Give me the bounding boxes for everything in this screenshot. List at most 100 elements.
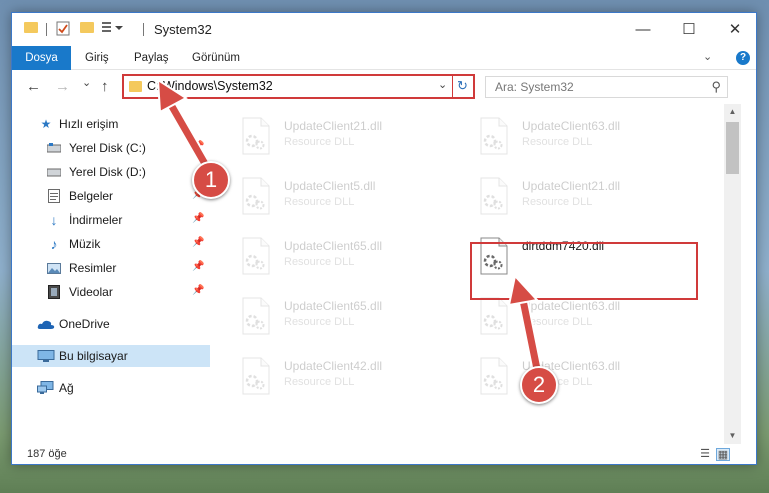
tab-file[interactable]: Dosya (12, 46, 71, 70)
file-name: UpdateClient42.dll (284, 359, 383, 373)
scrollbar-thumb[interactable] (726, 122, 739, 174)
file-item[interactable]: UpdateClient65.dll Resource DLL (240, 296, 466, 346)
title-bar: System32 — ☐ ✕ (12, 13, 756, 46)
step-badge-2: 2 (520, 366, 558, 404)
file-name: UpdateClient65.dll (284, 299, 383, 313)
sidebar-item-label: Resimler (69, 261, 117, 275)
sidebar-item-label: Müzik (69, 237, 101, 251)
file-name: UpdateClient21.dll (522, 179, 621, 193)
back-arrow-icon[interactable]: ← (26, 78, 41, 95)
folder-icon (24, 22, 38, 33)
dll-file-icon (242, 177, 270, 215)
pin-icon[interactable]: 📌 (192, 237, 204, 248)
file-item[interactable]: UpdateClient42.dll Resource DLL (240, 356, 466, 406)
dll-file-icon (242, 297, 270, 335)
sidebar-item-label: Hızlı erişim (59, 117, 119, 131)
file-item[interactable]: UpdateClient63.dll Resource DLL (478, 116, 704, 166)
minimize-button[interactable]: — (620, 13, 666, 45)
help-icon[interactable]: ? (736, 51, 750, 65)
file-item[interactable]: UpdateClient63.dll Resource DLL (478, 356, 704, 406)
scroll-down-icon[interactable]: ▼ (724, 428, 741, 444)
search-icon[interactable]: ⚲ (711, 79, 721, 95)
sidebar-item-label: Belgeler (69, 189, 114, 203)
dll-file-icon (242, 357, 270, 395)
sidebar-item-pictures[interactable]: Resimler 📌 (12, 257, 210, 279)
ribbon-tabs: Dosya Giriş Paylaş Görünüm ⌄ ? (12, 46, 756, 70)
dll-file-icon (480, 297, 508, 335)
details-view-icon[interactable]: ☰ (698, 448, 712, 461)
customize-toolbar-icon[interactable] (102, 21, 128, 38)
pin-icon[interactable]: 📌 (192, 285, 204, 296)
pin-icon[interactable]: 📌 (192, 261, 204, 272)
scroll-up-icon[interactable]: ▲ (724, 104, 741, 120)
search-box[interactable]: Ara: System32 ⚲ (485, 76, 728, 98)
network-icon (37, 381, 55, 395)
pin-icon[interactable]: 📌 (192, 213, 204, 224)
computer-icon (37, 349, 55, 363)
sidebar-item-quick-access[interactable]: ★ Hızlı erişim (12, 113, 210, 135)
file-name: UpdateClient63.dll (522, 299, 621, 313)
file-name: UpdateClient63.dll (522, 119, 621, 133)
file-explorer-window: System32 — ☐ ✕ Dosya Giriş Paylaş Görünü… (11, 12, 757, 465)
search-placeholder: Ara: System32 (495, 80, 574, 94)
sidebar-item-label: Yerel Disk (C:) (69, 141, 146, 155)
file-item[interactable]: UpdateClient21.dll Resource DLL (478, 176, 704, 226)
dll-file-icon (242, 237, 270, 275)
file-name: UpdateClient5.dll (284, 179, 376, 193)
file-description: Resource DLL (284, 196, 355, 208)
file-name: UpdateClient21.dll (284, 119, 383, 133)
cloud-icon (37, 317, 55, 331)
sidebar-item-local-disk-d[interactable]: Yerel Disk (D:) (12, 161, 210, 183)
divider (46, 23, 47, 36)
address-bar[interactable]: C:\Windows\System32 ⌄ ↻ (122, 74, 475, 99)
divider (143, 23, 144, 36)
sidebar-item-label: Ağ (59, 381, 74, 395)
sidebar-item-label: Videolar (69, 285, 113, 299)
dll-file-icon (480, 117, 508, 155)
file-item[interactable]: UpdateClient21.dll Resource DLL (240, 116, 466, 166)
tab-view[interactable]: Görünüm (192, 46, 240, 70)
file-description: Resource DLL (284, 136, 355, 148)
sidebar-item-label: Bu bilgisayar (59, 349, 128, 363)
window-title: System32 (154, 22, 212, 37)
sidebar-item-label: Yerel Disk (D:) (69, 165, 146, 179)
maximize-button[interactable]: ☐ (666, 13, 712, 45)
file-list: UpdateClient21.dll Resource DLL UpdateCl… (210, 104, 724, 444)
address-dropdown-icon[interactable]: ⌄ (438, 78, 447, 91)
sidebar-item-downloads[interactable]: ↓ İndirmeler 📌 (12, 209, 210, 231)
file-description: Resource DLL (522, 136, 593, 148)
refresh-icon[interactable]: ↻ (452, 76, 472, 97)
address-path[interactable]: C:\Windows\System32 (147, 79, 273, 93)
sidebar-item-music[interactable]: ♪ Müzik 📌 (12, 233, 210, 255)
drive-icon (47, 141, 61, 155)
close-button[interactable]: ✕ (712, 13, 756, 45)
sidebar-item-documents[interactable]: Belgeler 📌 (12, 185, 210, 207)
sidebar-item-label: OneDrive (59, 317, 110, 331)
file-description: Resource DLL (284, 256, 355, 268)
ribbon-expand-icon[interactable]: ⌄ (703, 50, 712, 63)
up-arrow-icon[interactable]: ↑ (101, 78, 109, 95)
download-icon: ↓ (50, 212, 58, 228)
status-bar: 187 öğe ☰ ▦ (12, 444, 756, 464)
forward-arrow-icon[interactable]: → (55, 78, 70, 95)
sidebar-item-label: İndirmeler (69, 213, 123, 227)
new-folder-icon[interactable] (80, 22, 94, 33)
sidebar-item-onedrive[interactable]: OneDrive (12, 313, 210, 335)
tab-share[interactable]: Paylaş (134, 46, 169, 70)
file-item[interactable]: UpdateClient5.dll Resource DLL (240, 176, 466, 226)
file-item[interactable]: UpdateClient65.dll Resource DLL (240, 236, 466, 286)
vertical-scrollbar[interactable]: ▲ ▼ (724, 104, 741, 444)
sidebar-item-local-disk-c[interactable]: Yerel Disk (C:) 📌 (12, 137, 210, 159)
file-item[interactable]: UpdateClient63.dll Resource DLL (478, 296, 704, 346)
properties-icon[interactable] (56, 21, 70, 39)
recent-locations-icon[interactable]: ⌄ (82, 76, 91, 89)
sidebar-item-this-pc[interactable]: Bu bilgisayar (12, 345, 210, 367)
step-badge-1: 1 (192, 161, 230, 199)
pin-icon[interactable]: 📌 (192, 141, 204, 152)
navigation-pane: ★ Hızlı erişim Yerel Disk (C:) 📌 Yerel D… (12, 104, 210, 444)
sidebar-item-videos[interactable]: Videolar 📌 (12, 281, 210, 303)
large-icons-view-icon[interactable]: ▦ (716, 448, 730, 461)
sidebar-item-network[interactable]: Ağ (12, 377, 210, 399)
tab-home[interactable]: Giriş (85, 46, 109, 70)
highlight-box-target-file (470, 242, 698, 300)
